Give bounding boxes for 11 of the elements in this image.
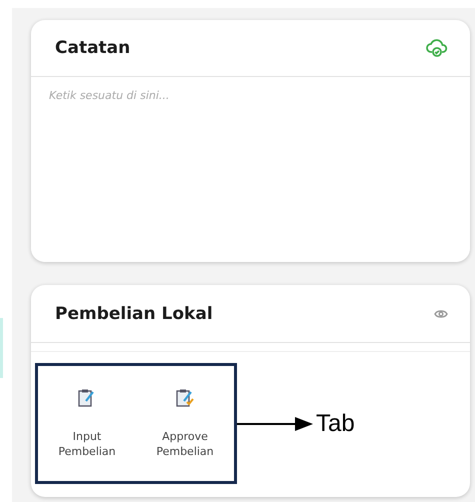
note-field[interactable]: Ketik sesuatu di sini...	[31, 77, 470, 262]
cloud-check-icon[interactable]	[426, 38, 448, 58]
eye-icon[interactable]	[434, 308, 448, 318]
card-title: Catatan	[55, 38, 130, 58]
clipboard-pen-icon	[175, 388, 195, 408]
clipboard-pen-icon	[77, 388, 97, 408]
card-title: Pembelian Lokal	[55, 304, 213, 324]
menu-tab[interactable]: Input Pembelian	[38, 366, 136, 481]
annotation-label: Tab	[316, 410, 355, 438]
side-strip	[0, 318, 3, 378]
menu-tab[interactable]: Approve Pembelian	[136, 366, 234, 481]
